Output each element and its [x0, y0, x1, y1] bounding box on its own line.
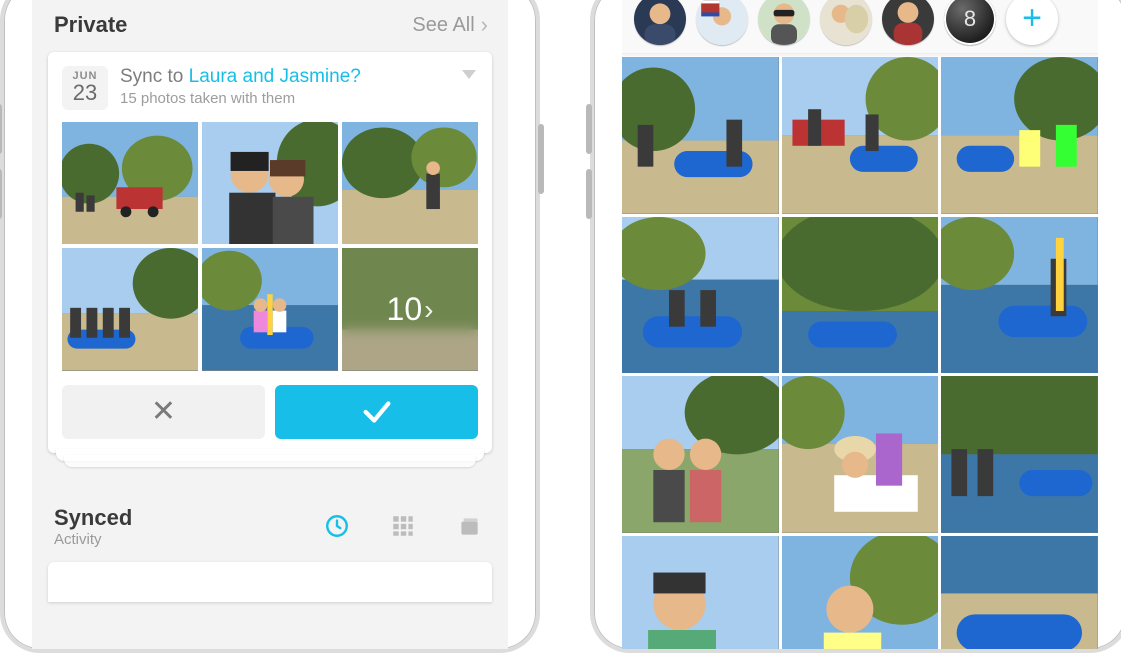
photo-cell[interactable]: [941, 376, 1098, 533]
tab-activity[interactable]: [324, 513, 350, 539]
volume-up-button: [586, 104, 592, 154]
screen-left: Private See All › JUN 23 Sync to Laura a…: [32, 0, 508, 649]
avatar[interactable]: [696, 0, 748, 45]
photo-cell[interactable]: [782, 536, 939, 649]
sync-card-stack: JUN 23 Sync to Laura and Jasmine? 15 pho…: [48, 52, 492, 453]
tab-albums[interactable]: [456, 513, 482, 539]
photo-preview-grid: 10›: [62, 122, 478, 371]
chevron-right-icon: ›: [424, 294, 433, 326]
chevron-right-icon: ›: [481, 14, 488, 36]
photo-cell[interactable]: [782, 376, 939, 533]
date-day: 23: [62, 82, 108, 104]
screen-right: 8 +: [622, 0, 1098, 649]
sync-names[interactable]: Laura and Jasmine?: [189, 66, 361, 87]
photo-thumbnail[interactable]: [62, 122, 198, 244]
phone-frame-left: Private See All › JUN 23 Sync to Laura a…: [0, 0, 540, 653]
photo-grid[interactable]: [622, 54, 1098, 649]
photo-cell[interactable]: [941, 217, 1098, 374]
synced-subtitle: Activity: [54, 531, 132, 548]
confirm-button[interactable]: [275, 385, 478, 439]
people-avatar-row: 8 +: [622, 0, 1098, 54]
private-section-header: Private See All ›: [32, 0, 508, 52]
photo-thumbnail[interactable]: [202, 122, 338, 244]
power-button: [538, 124, 544, 194]
activity-card-peek[interactable]: [48, 562, 492, 602]
card-stack-layer: [64, 455, 476, 467]
more-photos-tile[interactable]: 10›: [342, 248, 478, 370]
photo-cell[interactable]: [941, 536, 1098, 649]
more-count: 10: [387, 291, 423, 328]
synced-title: Synced: [54, 505, 132, 531]
avatar[interactable]: [882, 0, 934, 45]
phone-frame-right: 8 +: [590, 0, 1121, 653]
close-icon: ✕: [151, 394, 176, 429]
sync-subtitle: 15 photos taken with them: [120, 90, 478, 107]
photo-cell[interactable]: [782, 57, 939, 214]
photo-thumbnail[interactable]: [342, 122, 478, 244]
date-badge: JUN 23: [62, 66, 108, 110]
sync-prefix: Sync to: [120, 66, 189, 87]
dismiss-button[interactable]: ✕: [62, 385, 265, 439]
private-title: Private: [54, 12, 127, 38]
synced-section-header: Synced Activity: [32, 495, 508, 548]
photo-thumbnail[interactable]: [62, 248, 198, 370]
volume-down-button: [0, 169, 2, 219]
volume-up-button: [0, 104, 2, 154]
see-all-link[interactable]: See All ›: [412, 14, 488, 37]
avatar[interactable]: [820, 0, 872, 45]
sync-suggestion-card[interactable]: JUN 23 Sync to Laura and Jasmine? 15 pho…: [48, 52, 492, 453]
volume-down-button: [586, 169, 592, 219]
photo-thumbnail[interactable]: [202, 248, 338, 370]
photo-cell[interactable]: [622, 57, 779, 214]
stack-icon: [456, 513, 482, 539]
checkmark-icon: [360, 395, 394, 429]
sync-title: Sync to Laura and Jasmine?: [120, 66, 478, 88]
photo-cell[interactable]: [622, 376, 779, 533]
avatar[interactable]: [634, 0, 686, 45]
grid-icon: [390, 513, 416, 539]
tab-grid[interactable]: [390, 513, 416, 539]
photo-cell[interactable]: [622, 536, 779, 649]
avatar[interactable]: [758, 0, 810, 45]
chevron-down-icon[interactable]: [462, 70, 476, 79]
photo-cell[interactable]: [782, 217, 939, 374]
avatar-overflow-count[interactable]: 8: [944, 0, 996, 45]
add-person-button[interactable]: +: [1006, 0, 1058, 45]
photo-cell[interactable]: [622, 217, 779, 374]
clock-icon: [324, 513, 350, 539]
see-all-label: See All: [412, 14, 474, 37]
plus-icon: +: [1022, 0, 1042, 38]
photo-cell[interactable]: [941, 57, 1098, 214]
